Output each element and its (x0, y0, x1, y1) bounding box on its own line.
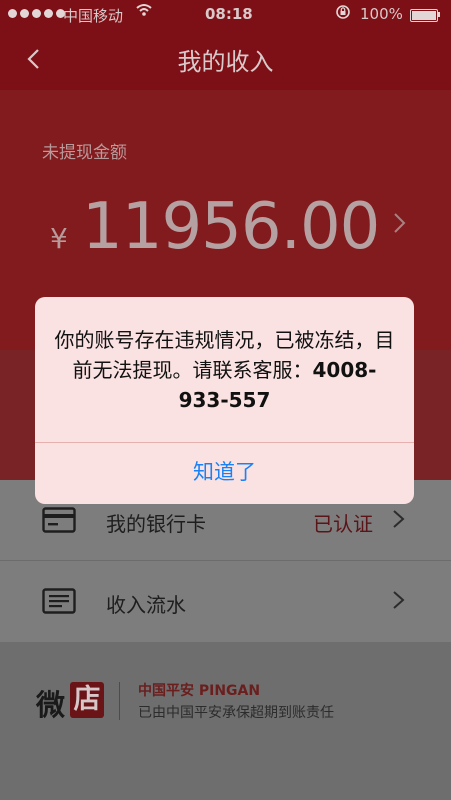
carrier-name: 中国移动 (63, 7, 124, 25)
list-item-label: 收入流水 (106, 593, 186, 617)
chevron-right-icon (392, 208, 408, 246)
rotation-lock-icon (335, 4, 351, 24)
battery-percentage: 100% (360, 5, 403, 23)
currency-symbol: ¥ (50, 222, 68, 255)
status-time: 08:18 (205, 5, 253, 23)
wifi-icon (136, 3, 152, 21)
bank-card-icon (42, 507, 76, 533)
amount-label: 未提现金额 (42, 143, 127, 163)
document-list-icon (42, 588, 76, 614)
chevron-right-icon (391, 504, 407, 541)
acknowledge-button[interactable]: 知道了 (35, 443, 414, 504)
status-bar: 中国移动 08:18 100% (0, 0, 451, 30)
navigation-bar: 我的收入 (0, 30, 451, 90)
battery-icon (410, 9, 438, 22)
page-title: 我的收入 (177, 48, 274, 76)
signal-strength-icon (8, 9, 65, 18)
pingan-brand: 中国平安 PINGAN (138, 683, 261, 699)
weidian-logo-badge: 店 (70, 682, 104, 718)
list-item-income-records[interactable]: 收入流水 (0, 561, 451, 641)
chevron-right-icon (391, 585, 407, 622)
verified-status: 已认证 (313, 512, 373, 536)
footer: 微 店 中国平安 PINGAN 已由中国平安承保超期到账责任 (0, 642, 451, 800)
list-item-label: 我的银行卡 (106, 512, 206, 536)
footer-divider (119, 682, 120, 720)
dialog-message: 你的账号存在违规情况，已被冻结，目前无法提现。请联系客服：4008-933-55… (53, 325, 396, 415)
amount-value: 11956.00 (82, 190, 380, 264)
insurance-note: 已由中国平安承保超期到账责任 (138, 705, 334, 721)
battery-tip (438, 12, 440, 17)
alert-dialog: 你的账号存在违规情况，已被冻结，目前无法提现。请联系客服：4008-933-55… (35, 297, 414, 504)
weidian-logo-text: 微 (36, 688, 66, 722)
menu-list: 我的银行卡 已认证 收入流水 (0, 480, 451, 642)
